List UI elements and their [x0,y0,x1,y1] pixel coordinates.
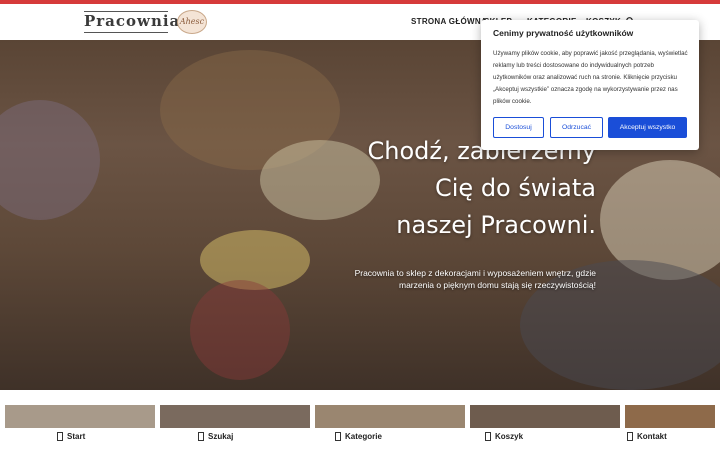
reject-button[interactable]: Odrzucać [550,117,603,138]
tab-label: Kontakt [637,432,667,441]
cookie-text: Używamy plików cookie, aby poprawić jako… [493,50,688,105]
tab-label: Kategorie [345,432,382,441]
hero-bg-shape [0,100,100,220]
tab-cart[interactable]: Koszyk [485,432,523,441]
home-icon [57,432,63,441]
partner-badge-text: Ahesc [179,17,205,26]
partner-badge: Ahesc [177,10,207,34]
tab-search[interactable]: Szukaj [198,432,233,441]
site-logo[interactable]: Pracownia [84,10,179,34]
logo-rule-bottom [84,32,168,33]
hero-bg-shape [200,230,310,290]
grid-icon [335,432,341,441]
bottom-tab-bar: Start Szukaj Kategorie Koszyk Kontakt [0,428,720,450]
phone-icon [627,432,633,441]
hero-subtitle: Pracownia to sklep z dekoracjami i wypos… [296,267,596,291]
hero-subtitle-line: marzenia o pięknym domu stają się rzeczy… [399,280,596,290]
hero-title-line: Cię do świata [435,174,596,202]
tab-contact[interactable]: Kontakt [627,432,667,441]
cookie-consent-dialog: Cenimy prywatność użytkowników Używamy p… [481,20,699,150]
hero-bg-shape [190,280,290,380]
tab-categories[interactable]: Kategorie [335,432,382,441]
nav-home[interactable]: STRONA GŁÓWNA [411,17,487,26]
tab-label: Szukaj [208,432,234,441]
customize-button[interactable]: Dostosuj [493,117,544,138]
accept-all-button[interactable]: Akceptuj wszystko [608,117,687,138]
hero-title-line: naszej Pracowni. [396,211,596,239]
tab-start[interactable]: Start [57,432,85,441]
hero-subtitle-line: Pracownia to sklep z dekoracjami i wypos… [354,268,596,278]
search-icon [198,432,204,441]
cart-icon [485,432,491,441]
logo-text: Pracownia [84,12,181,30]
tab-label: Start [67,432,86,441]
tab-label: Koszyk [495,432,524,441]
cookie-title: Cenimy prywatność użytkowników [493,28,634,38]
